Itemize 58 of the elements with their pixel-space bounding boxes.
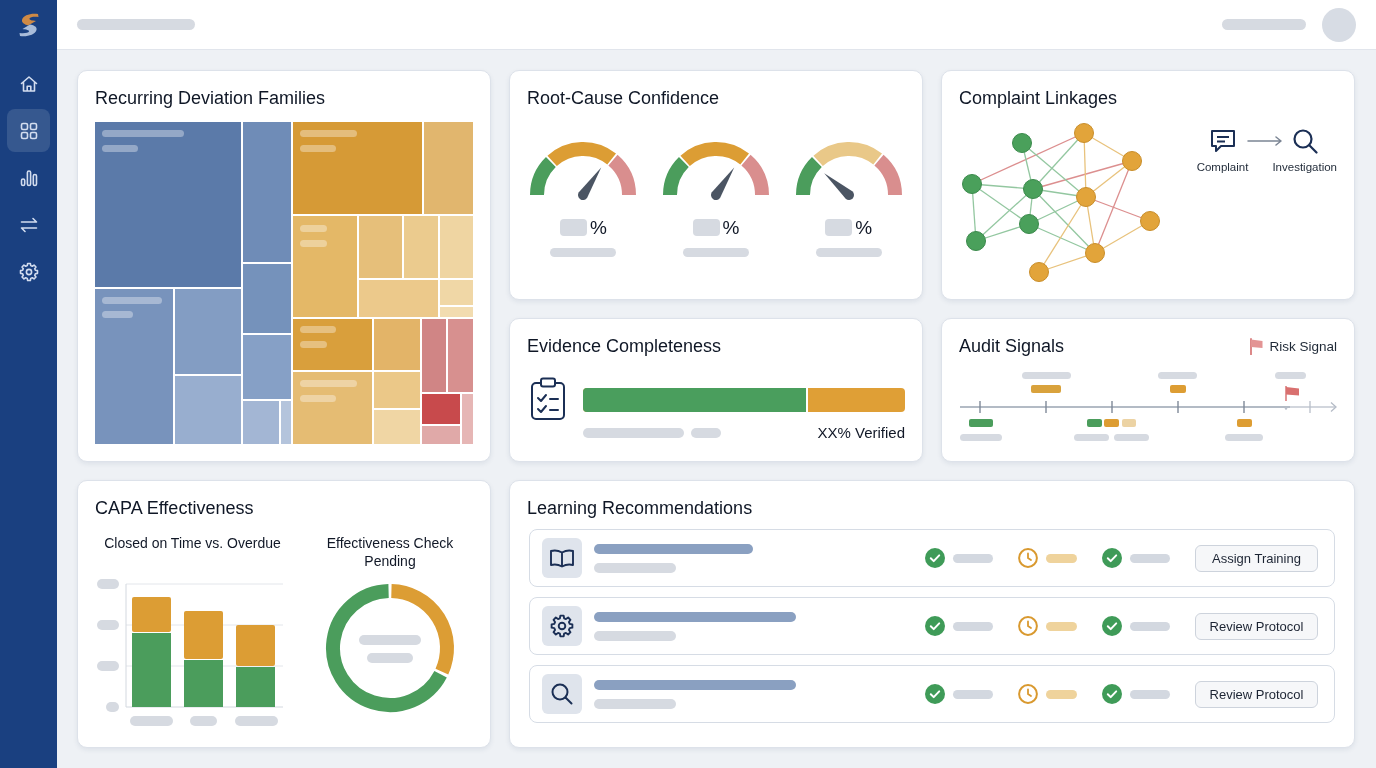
home-icon bbox=[18, 73, 39, 94]
placeholder-bar bbox=[1130, 553, 1170, 563]
chart-title: Effectiveness Check Pending bbox=[325, 534, 455, 570]
placeholder-bar bbox=[691, 428, 721, 438]
arrow-icon bbox=[1247, 136, 1284, 146]
value-placeholder bbox=[825, 219, 853, 236]
check-circle-icon bbox=[1102, 616, 1122, 636]
value-placeholder bbox=[559, 219, 587, 236]
settings-icon bbox=[18, 261, 39, 282]
placeholder-bar bbox=[1046, 621, 1077, 631]
placeholder-bar bbox=[953, 689, 993, 699]
chat-bubble-icon bbox=[1208, 128, 1237, 154]
check-circle-icon bbox=[1102, 684, 1122, 704]
check-circle-icon bbox=[925, 616, 945, 636]
percent-label: % bbox=[722, 217, 740, 238]
placeholder-bar bbox=[815, 248, 882, 257]
clock-icon bbox=[1018, 684, 1038, 704]
placeholder-bar bbox=[683, 248, 749, 257]
flow-label: Investigation bbox=[1272, 160, 1337, 174]
placeholder-bar bbox=[953, 553, 993, 563]
action-button[interactable]: Assign Training bbox=[1195, 544, 1318, 572]
action-button[interactable]: Review Protocol bbox=[1195, 612, 1318, 640]
flag-icon bbox=[1249, 337, 1264, 355]
legend-label: Risk Signal bbox=[1269, 337, 1337, 355]
book-icon bbox=[542, 538, 582, 578]
placeholder-bar bbox=[953, 621, 993, 631]
placeholder-bar bbox=[1130, 689, 1170, 699]
gear-icon bbox=[542, 606, 582, 646]
search-icon bbox=[1291, 128, 1318, 154]
card-title: Root-Cause Confidence bbox=[527, 87, 721, 109]
card-title: CAPA Effectiveness bbox=[95, 497, 255, 519]
action-button[interactable]: Review Protocol bbox=[1195, 680, 1318, 708]
flow-label: Complaint bbox=[1196, 160, 1249, 174]
clipboard-checklist-icon bbox=[530, 377, 566, 421]
value-placeholder bbox=[692, 219, 720, 236]
check-circle-icon bbox=[1102, 548, 1122, 568]
grid-icon bbox=[18, 120, 39, 141]
nav-button[interactable] bbox=[7, 109, 50, 152]
check-circle-icon bbox=[925, 684, 945, 704]
placeholder-bar bbox=[1046, 689, 1077, 699]
placeholder-bar bbox=[1130, 621, 1170, 631]
chart-title: Closed on Time vs. Overdue bbox=[104, 534, 281, 552]
percent-label: % bbox=[855, 217, 873, 238]
percent-label: % bbox=[589, 217, 607, 238]
avatar-icon bbox=[1322, 7, 1356, 42]
placeholder-bar bbox=[550, 248, 617, 257]
clock-icon bbox=[1018, 548, 1038, 568]
card-title: Recurring Deviation Families bbox=[95, 87, 327, 109]
bar-chart-icon bbox=[18, 167, 39, 188]
card-title: Evidence Completeness bbox=[527, 335, 723, 357]
card-title: Audit Signals bbox=[959, 335, 1065, 357]
verified-caption: XX% Verified bbox=[817, 424, 905, 442]
placeholder-bar bbox=[1046, 553, 1077, 563]
clock-icon bbox=[1018, 616, 1038, 636]
check-circle-icon bbox=[925, 548, 945, 568]
search-icon bbox=[542, 674, 582, 714]
card-title: Complaint Linkages bbox=[959, 87, 1119, 109]
card-title: Learning Recommendations bbox=[527, 497, 754, 519]
